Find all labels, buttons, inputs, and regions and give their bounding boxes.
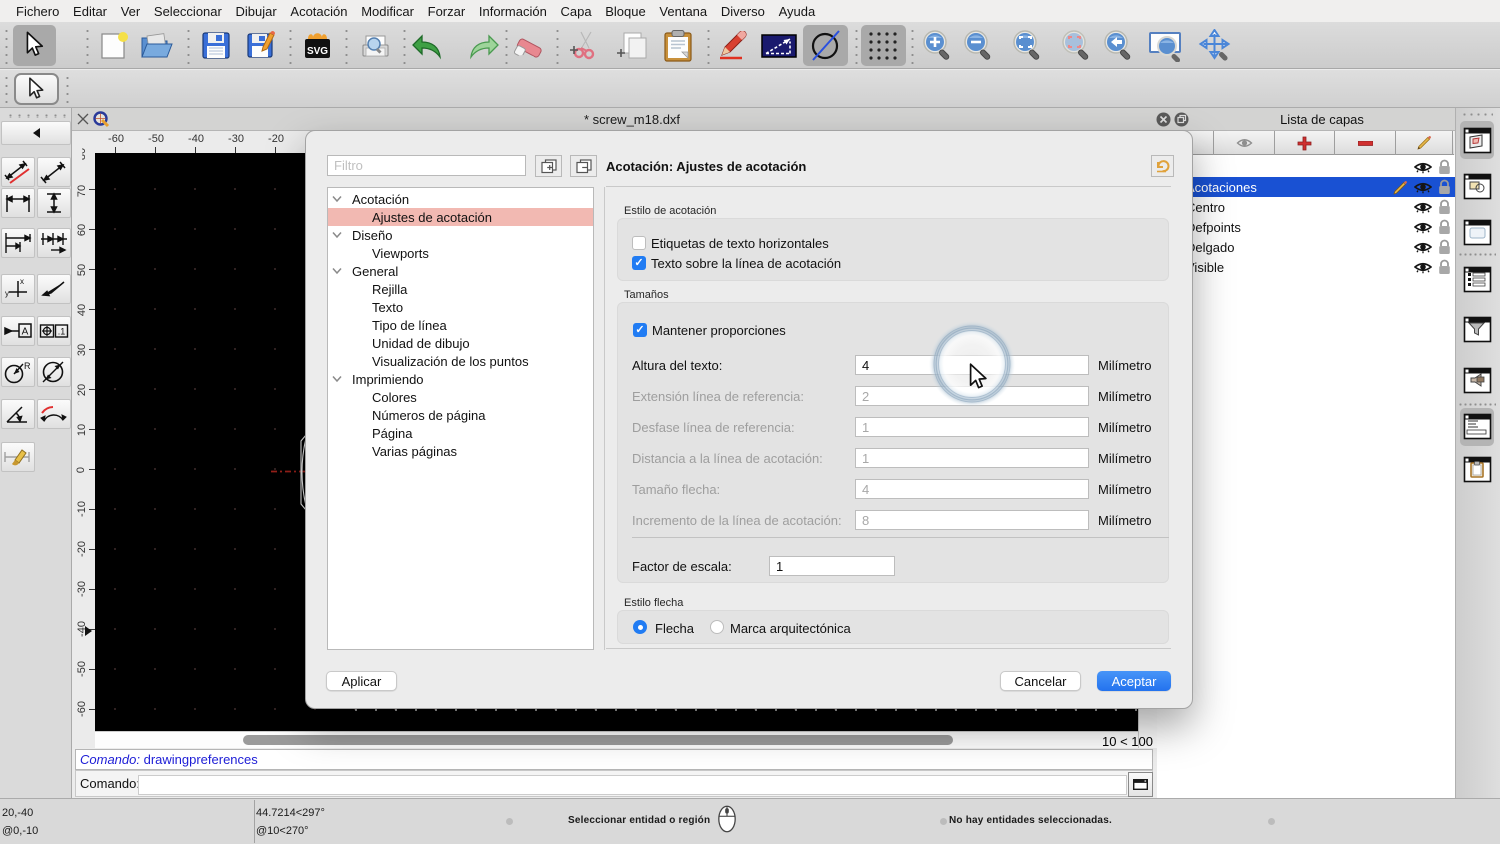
svg-text:.1: .1 bbox=[58, 327, 66, 337]
svg-text:R: R bbox=[24, 361, 31, 371]
svg-text:A: A bbox=[22, 327, 29, 338]
svg-text:x: x bbox=[20, 277, 24, 286]
svg-text:y: y bbox=[5, 289, 9, 298]
svg-text:SVG: SVG bbox=[307, 46, 328, 57]
